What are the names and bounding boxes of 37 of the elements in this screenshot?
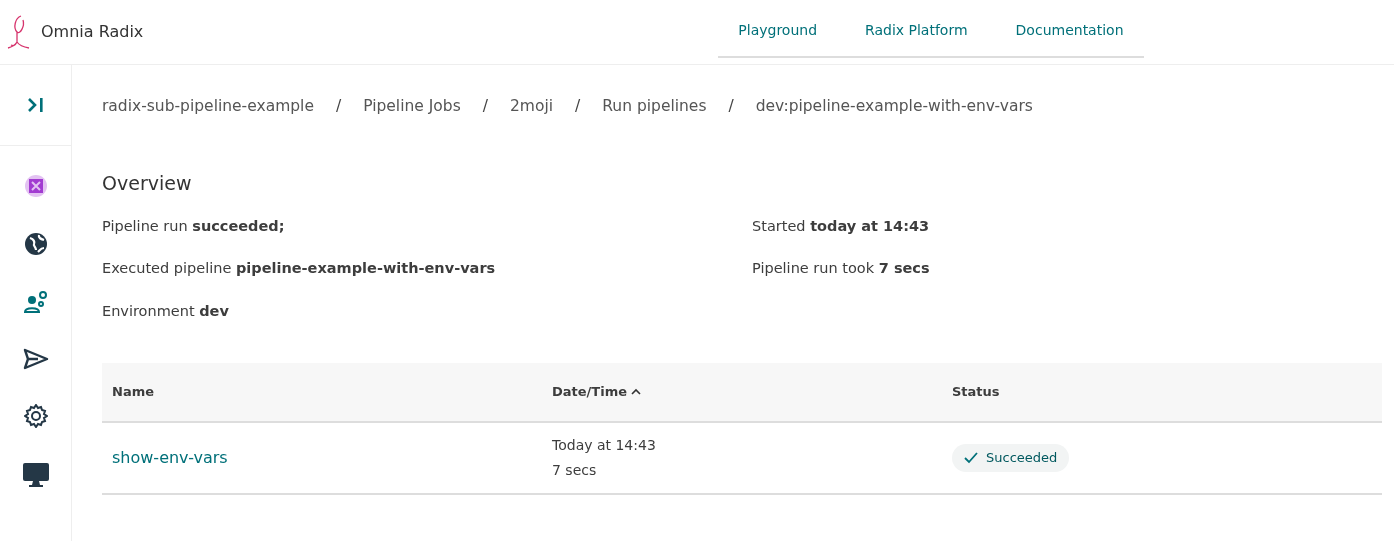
- breadcrumb-separator: /: [727, 96, 735, 118]
- monitor-icon: [21, 462, 50, 488]
- column-header: Name: [111, 383, 155, 401]
- breadcrumb-separator: /: [481, 96, 489, 118]
- monitor-button[interactable]: [21, 462, 50, 488]
- settings-icon: [23, 404, 48, 428]
- breadcrumb-link[interactable]: Pipeline Jobs: [363, 95, 461, 119]
- breadcrumb-link[interactable]: Run pipelines: [602, 95, 707, 119]
- info-line: Started today at 14:43: [752, 216, 930, 236]
- app-title: Omnia Radix: [41, 21, 144, 43]
- send-icon: [22, 348, 49, 370]
- info-line: Pipeline run succeeded;: [102, 216, 286, 236]
- breadcrumb-link[interactable]: radix-sub-pipeline-example: [102, 95, 314, 119]
- breadcrumb-separator: /: [334, 96, 343, 118]
- check-icon: [964, 451, 978, 464]
- nav-link[interactable]: Playground: [738, 0, 818, 56]
- globe-icon: [23, 232, 48, 256]
- breadcrumb-link[interactable]: 2moji: [509, 95, 553, 119]
- job-link[interactable]: show-env-vars: [112, 447, 228, 467]
- nav-link[interactable]: Radix Platform: [865, 0, 968, 56]
- breadcrumb-separator: /: [574, 96, 582, 118]
- expand-button[interactable]: [26, 97, 45, 113]
- send-button[interactable]: [22, 348, 49, 370]
- info-line: Executed pipeline pipeline-example-with-env-vars: [102, 259, 497, 279]
- column-header[interactable]: Date/Time: [552, 382, 952, 402]
- status-badge: Succeeded: [952, 444, 1070, 472]
- breadcrumb-link[interactable]: dev:pipeline-example-with-env-vars: [755, 95, 1033, 119]
- globe-button[interactable]: [23, 232, 48, 256]
- duration-text: 7 secs: [552, 460, 598, 480]
- date-text: Today at 14:43: [552, 435, 657, 455]
- column-header: Status: [952, 383, 1000, 401]
- overview-heading: Overview: [102, 171, 193, 196]
- settings-button[interactable]: [23, 404, 48, 428]
- expand-icon: [26, 97, 45, 113]
- info-line: Pipeline run took 7 secs: [752, 259, 930, 279]
- nav-link[interactable]: Documentation: [1015, 0, 1124, 56]
- info-line: Environment dev: [102, 302, 230, 321]
